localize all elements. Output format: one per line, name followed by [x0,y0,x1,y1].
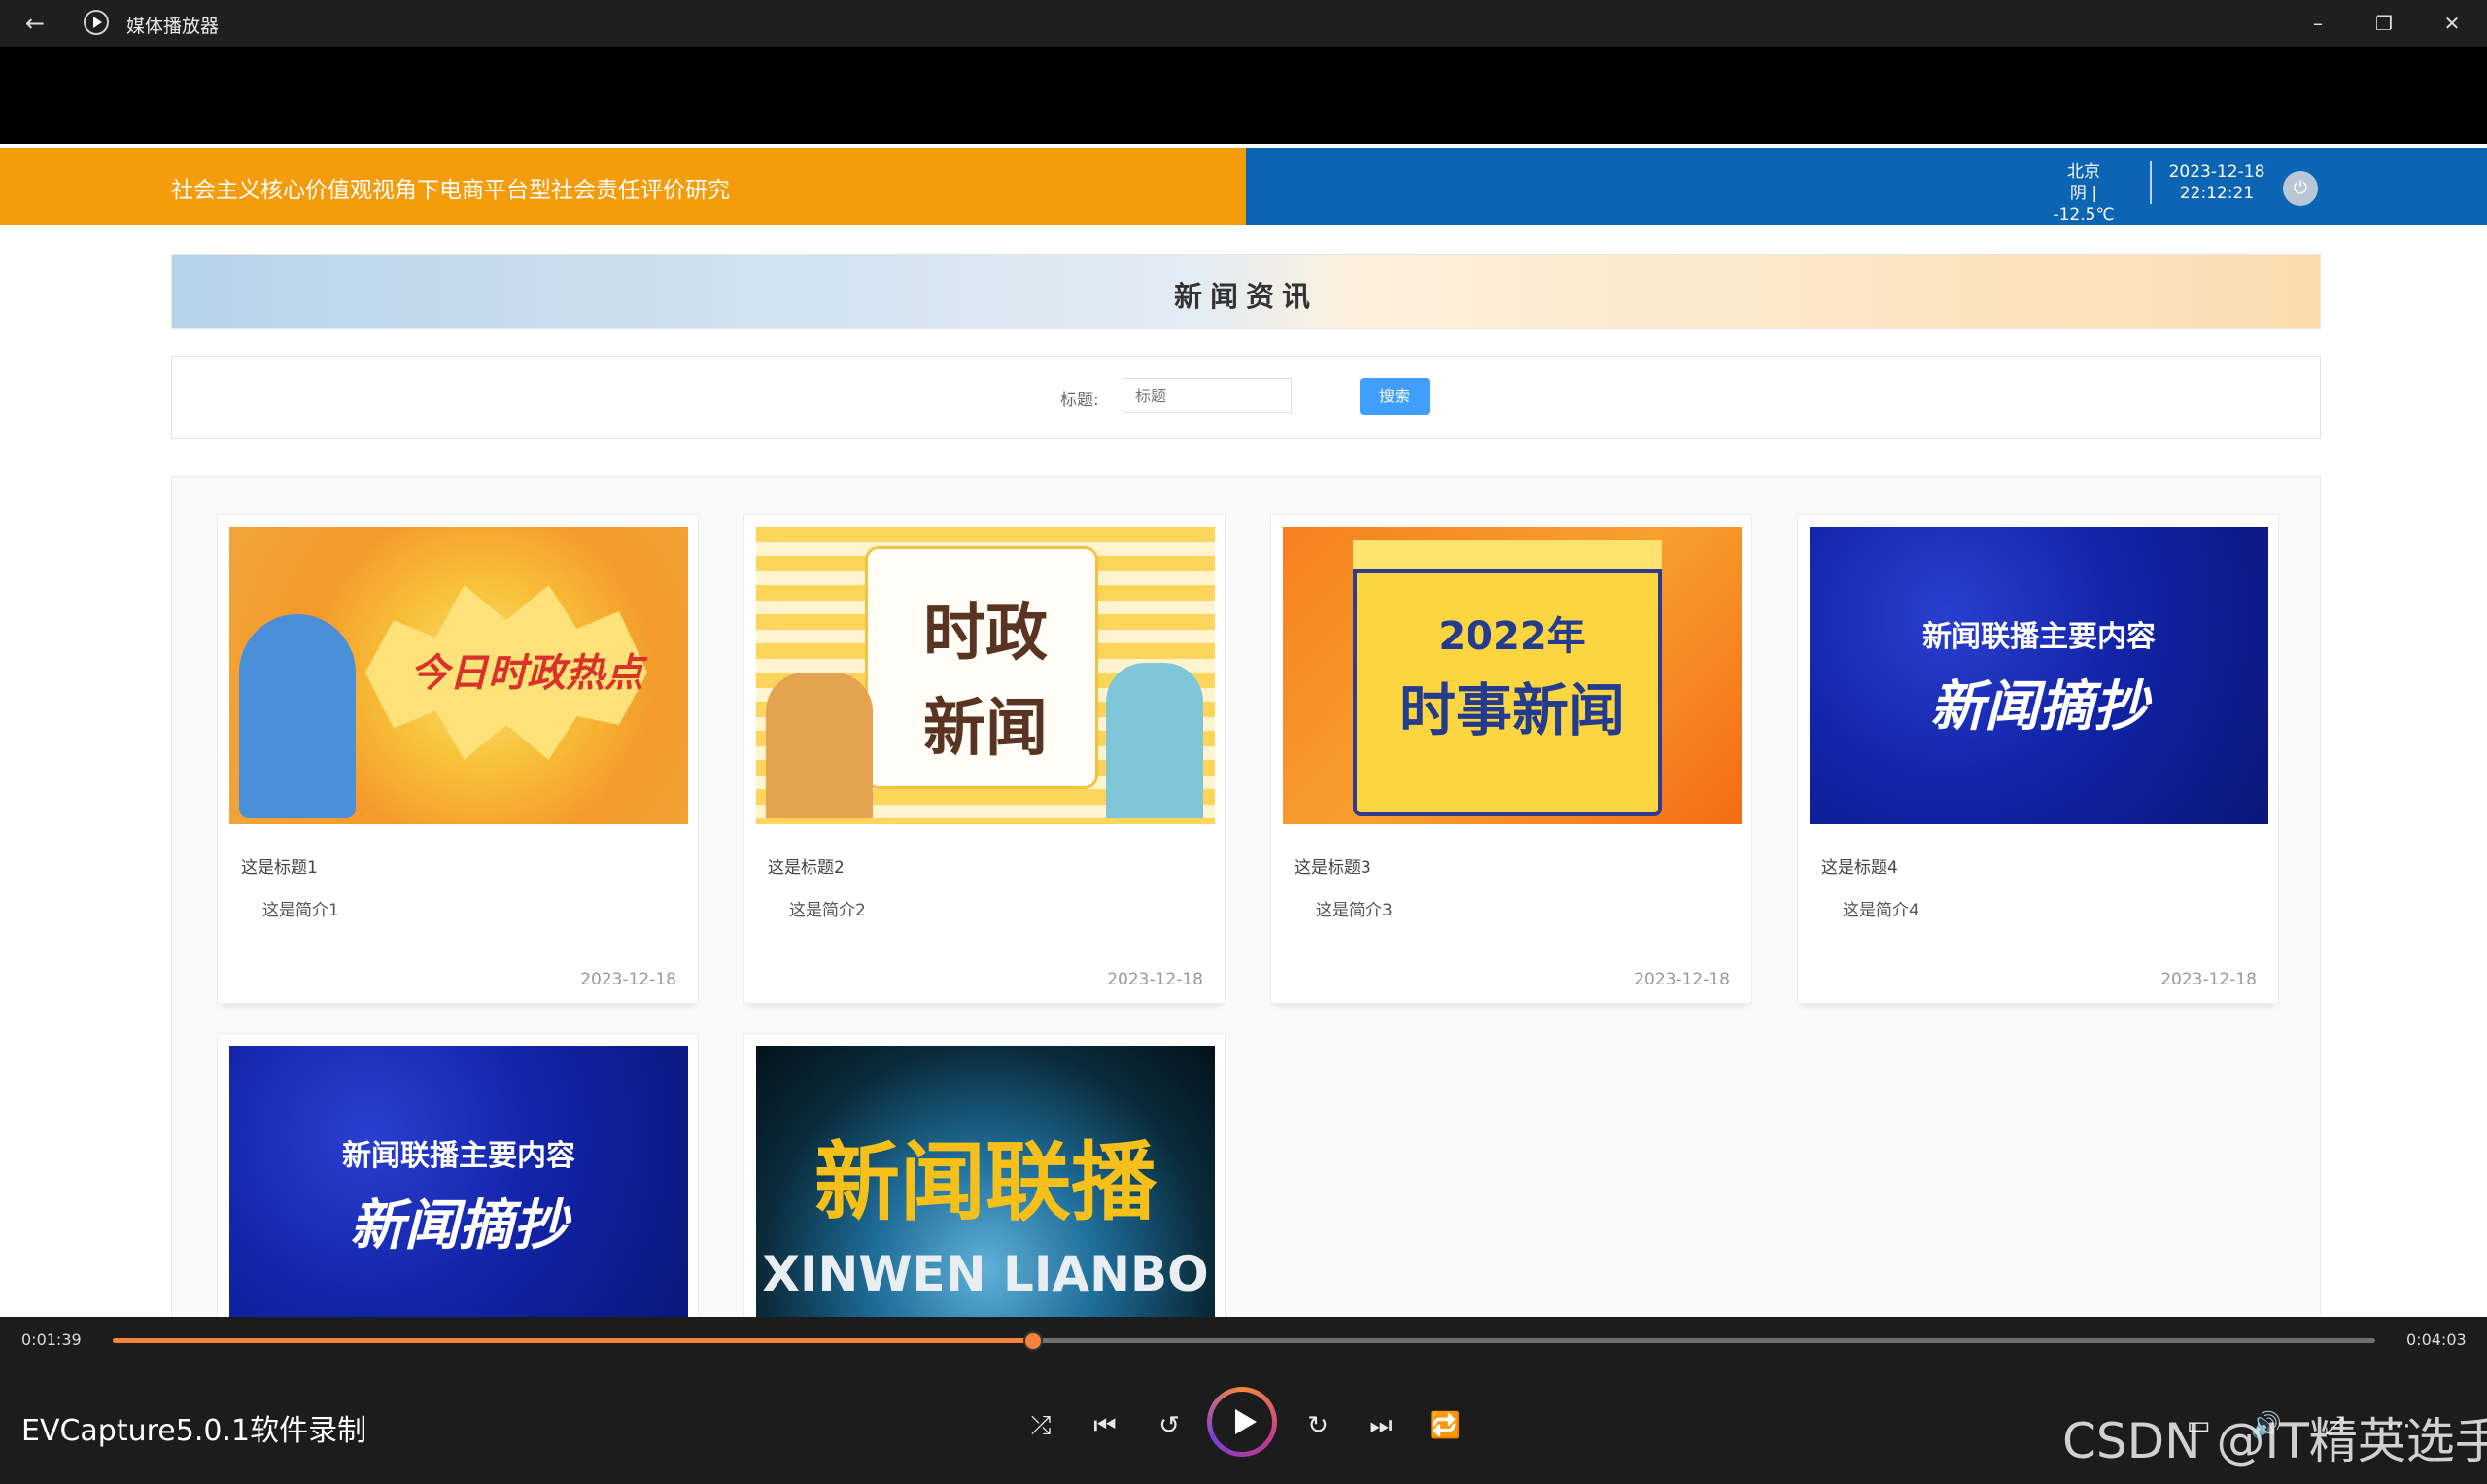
news-desc: 这是简介1 [262,901,339,920]
news-card[interactable]: 今日时政热点 这是标题1 这是简介1 2023-12-18 [217,514,699,1004]
section-title-banner: 新闻资讯 [171,254,2321,329]
news-date: 2023-12-18 [2160,970,2257,989]
play-button[interactable] [1207,1387,1277,1457]
news-thumbnail: 新闻联播主要内容 新闻摘抄 [1810,527,2268,824]
search-bar: 标题: 搜索 [171,356,2321,439]
thumb-caption: 时政 [923,598,1048,670]
thumb-caption: XINWEN LIANBO [762,1246,1209,1302]
back-arrow-icon[interactable]: ← [21,10,49,37]
minimize-button[interactable]: – [2296,8,2340,39]
news-date: 2023-12-18 [580,970,676,989]
news-title[interactable]: 这是标题1 [241,853,318,878]
seek-handle[interactable] [1023,1331,1043,1351]
restore-button[interactable]: ❐ [2362,8,2406,39]
news-card[interactable]: 新闻联播 XINWEN LIANBO [743,1033,1226,1317]
rewind-10-icon[interactable]: ↺ [1150,1406,1189,1445]
news-title[interactable]: 这是标题3 [1295,853,1371,878]
news-card[interactable]: 时政 新闻 这是标题2 这是简介2 2023-12-18 [743,514,1226,1004]
reporter-figure [1106,663,1203,818]
thumb-caption: 新闻联播主要内容 [1922,620,2156,654]
letterbox-band [0,47,2487,144]
news-title[interactable]: 这是标题4 [1821,853,1898,878]
thumb-caption: 新闻联播 [813,1132,1157,1232]
thumb-caption: 今日时政热点 [410,651,643,696]
news-date: 2023-12-18 [1634,970,1730,989]
title-search-input[interactable] [1123,378,1292,413]
site-title: 社会主义核心价值观视角下电商平台型社会责任评价研究 [171,178,730,203]
repeat-off-icon[interactable]: 🔁 [1426,1406,1465,1445]
section-title: 新闻资讯 [1173,280,1318,313]
thumb-caption: 时事新闻 [1399,677,1625,743]
thumb-caption: 新闻摘抄 [350,1194,568,1258]
weather-info: 北京 阴 | -12.5℃ [2039,161,2128,225]
current-time: 0:01:39 [21,1330,82,1349]
news-thumbnail: 今日时政热点 [229,527,688,824]
header-divider [2150,161,2152,204]
city-name: 北京 [2067,162,2100,182]
video-title: EVCapture5.0.1软件录制 [21,1414,367,1448]
close-button[interactable]: ✕ [2430,8,2474,39]
weather-text: 阴 | -12.5℃ [2053,184,2115,224]
news-thumbnail: 时政 新闻 [756,527,1215,824]
news-date: 2023-12-18 [1107,970,1203,989]
news-thumbnail: 新闻联播 XINWEN LIANBO [756,1046,1215,1317]
window-title-bar: ← 媒体播放器 – ❐ ✕ [0,0,2487,47]
search-button[interactable]: 搜索 [1360,378,1430,415]
media-player-app-icon [84,10,109,35]
news-list: 今日时政热点 这是标题1 这是简介1 2023-12-18 时政 新闻 这是标题… [171,476,2321,1317]
thumb-caption: 2022年 [1438,614,1586,659]
news-desc: 这是简介3 [1316,901,1393,920]
previous-icon[interactable]: ⏮ [1086,1406,1124,1445]
power-icon[interactable]: ⏻ [2283,171,2318,206]
news-card[interactable]: 新闻联播主要内容 新闻摘抄 [217,1033,699,1317]
total-time: 0:04:03 [2406,1330,2467,1349]
seek-bar-progress [113,1338,1033,1343]
play-icon [1212,1392,1272,1452]
header-time: 22:12:21 [2179,184,2255,203]
thumb-caption: 新闻联播主要内容 [342,1139,575,1173]
news-desc: 这是简介2 [789,901,866,920]
news-thumbnail: 新闻联播主要内容 新闻摘抄 [229,1046,688,1317]
news-thumbnail: 2022年 时事新闻 [1283,527,1742,824]
csdn-watermark: CSDN @IT精英选手 [2062,1413,2487,1469]
search-label: 标题: [1060,391,1099,410]
news-desc: 这是简介4 [1843,901,1919,920]
news-title[interactable]: 这是标题2 [768,853,845,878]
header-date: 2023-12-18 [2168,162,2265,182]
news-card[interactable]: 2022年 时事新闻 这是标题3 这是简介3 2023-12-18 [1270,514,1752,1004]
window-card-bar [1353,540,1662,573]
cameraman-figure [766,673,873,818]
thumb-caption: 新闻摘抄 [1930,675,2148,739]
news-card[interactable]: 新闻联播主要内容 新闻摘抄 这是标题4 这是简介4 2023-12-18 [1797,514,2279,1004]
header-left-panel: 社会主义核心价值观视角下电商平台型社会责任评价研究 [0,148,1246,225]
forward-30-icon[interactable]: ↻ [1298,1406,1337,1445]
next-icon[interactable]: ⏭ [1362,1406,1400,1445]
shuffle-icon[interactable]: ⤮ [1021,1406,1060,1445]
player-controls: 0:01:39 0:04:03 EVCapture5.0.1软件录制 ⤮ ⏮ ↺… [0,1317,2487,1484]
window-title: 媒体播放器 [126,16,220,37]
datetime-info: 2023-12-18 22:12:21 [2165,161,2268,204]
video-frame[interactable]: 社会主义核心价值观视角下电商平台型社会责任评价研究 北京 阴 | -12.5℃ … [0,47,2487,1317]
site-header: 社会主义核心价值观视角下电商平台型社会责任评价研究 北京 阴 | -12.5℃ … [0,148,2487,225]
